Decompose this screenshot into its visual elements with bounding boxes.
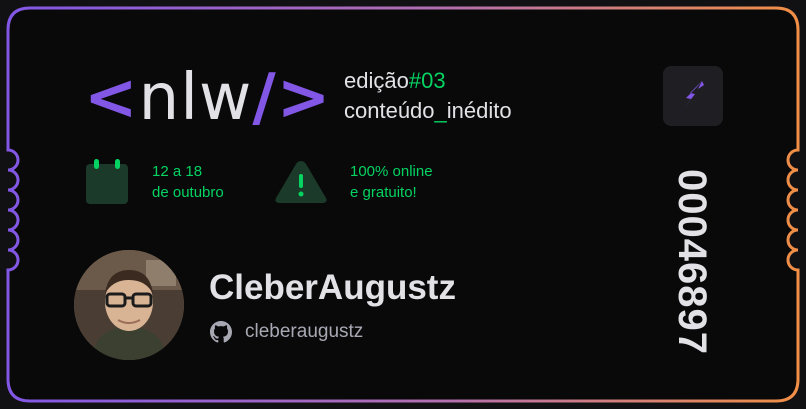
access-info: 100% online e gratuito! [274,158,433,204]
content-tag-underscore: _ [434,98,447,123]
lightning-bolt-icon [682,81,704,111]
access-text: 100% online e gratuito! [350,161,433,203]
edition-number: #03 [408,68,446,93]
dates-line-1: 12 a 18 [152,163,203,180]
logo-text-nl: nl [138,61,199,135]
github-icon [210,321,232,343]
content-tag-line: conteúdo_inédito [344,96,512,126]
user-name: CleberAugustz [209,268,456,307]
logo-open-bracket: < [84,61,139,135]
avatar-photo [74,250,184,360]
dates-info: 12 a 18 de outubro [84,158,224,204]
alert-triangle-icon [275,161,327,203]
user-handle: cleberaugustz [245,321,364,342]
logo-close-bracket: > [276,61,332,135]
edition-line: edição#03 [344,66,512,96]
content-tag-c: inédito [446,98,512,123]
avatar [74,250,184,360]
logo-text-w: w [198,61,253,135]
logo-slash: / [252,61,277,135]
access-line-1: 100% online [350,163,433,180]
dates-line-2: de outubro [152,184,224,201]
user-handle-row: cleberaugustz [209,318,363,346]
ticket-stage: <nlw/> edição#03 conteúdo_inédito 12 a 1… [0,0,806,409]
ticket-number: 00046897 [670,169,714,355]
bolt-badge [663,66,723,126]
content-tag-a: conteúdo [344,98,435,123]
nlw-logo: <nlw/> [84,58,331,138]
calendar-icon [86,159,128,204]
access-line-2: e gratuito! [350,184,417,201]
edition-label: edição [344,68,409,93]
edition-block: edição#03 conteúdo_inédito [344,66,512,126]
dates-text: 12 a 18 de outubro [152,161,224,203]
